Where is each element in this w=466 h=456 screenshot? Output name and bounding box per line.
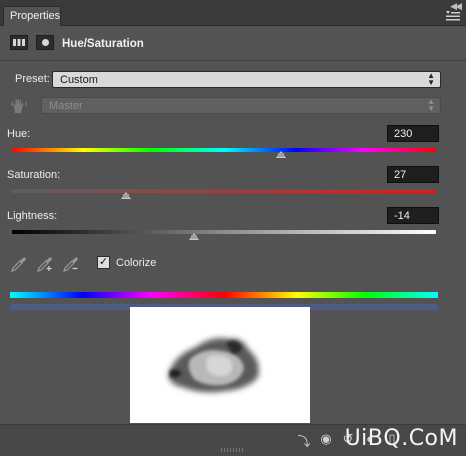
hue-input[interactable]: 230 bbox=[387, 125, 439, 142]
adjustment-layer-icon[interactable] bbox=[10, 35, 28, 50]
saturation-input[interactable]: 27 bbox=[387, 166, 439, 183]
hue-slider-track[interactable] bbox=[12, 148, 436, 152]
preview-image bbox=[130, 307, 310, 423]
preset-value: Custom bbox=[60, 74, 98, 86]
preset-dropdown[interactable]: Custom ▲ ▼ bbox=[52, 71, 441, 88]
mask-icon[interactable] bbox=[36, 35, 54, 50]
lightness-label: Lightness: bbox=[7, 210, 58, 222]
panel-tab-bar bbox=[0, 0, 466, 26]
resize-grip[interactable] bbox=[221, 448, 245, 452]
preset-label: Preset: bbox=[15, 73, 50, 85]
eyedropper-icon[interactable] bbox=[10, 255, 28, 273]
saturation-slider-thumb[interactable] bbox=[121, 192, 132, 199]
eyedropper-minus-icon[interactable] bbox=[62, 255, 80, 273]
check-icon: ✓ bbox=[98, 256, 109, 268]
dropdown-arrows-icon: ▲ ▼ bbox=[427, 97, 435, 113]
hue-label: Hue: bbox=[7, 128, 31, 140]
panel-title: Hue/Saturation bbox=[62, 38, 144, 50]
view-previous-icon[interactable]: ◉ bbox=[318, 431, 334, 447]
saturation-value: 27 bbox=[394, 169, 407, 181]
lightness-slider-thumb[interactable] bbox=[189, 233, 200, 240]
input-hue-spectrum bbox=[10, 292, 438, 298]
hue-slider-thumb[interactable] bbox=[276, 151, 287, 158]
lightness-slider-track[interactable] bbox=[12, 230, 436, 234]
saturation-slider-track[interactable] bbox=[12, 189, 436, 193]
channel-value: Master bbox=[49, 100, 83, 112]
tab-properties[interactable]: Properties bbox=[3, 6, 61, 26]
on-image-adjust-hand-icon[interactable] bbox=[10, 98, 28, 114]
saturation-label: Saturation: bbox=[7, 169, 61, 181]
channel-dropdown[interactable]: Master ▲ ▼ bbox=[41, 97, 441, 114]
colorize-label: Colorize bbox=[116, 257, 157, 269]
hue-value: 230 bbox=[394, 128, 413, 140]
clip-to-layer-icon[interactable]: ⤵ bbox=[296, 431, 312, 449]
panel-menu-icon[interactable] bbox=[446, 11, 460, 21]
tab-properties-label: Properties bbox=[10, 10, 61, 22]
dropdown-arrows-icon: ▲ ▼ bbox=[427, 71, 435, 87]
lightness-value: -14 bbox=[394, 210, 410, 222]
eyedropper-plus-icon[interactable] bbox=[36, 255, 54, 273]
watermark: UiBQ.CoM bbox=[344, 426, 458, 451]
colorize-checkbox[interactable]: ✓ bbox=[97, 256, 110, 269]
lightness-input[interactable]: -14 bbox=[387, 207, 439, 224]
